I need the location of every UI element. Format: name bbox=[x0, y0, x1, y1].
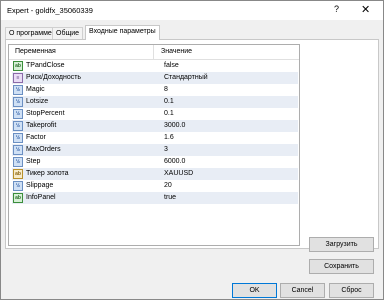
parameter-row[interactable]: ½ Takeprofit 3000.0 bbox=[12, 120, 298, 132]
parameter-value[interactable]: 0.1 bbox=[164, 110, 174, 117]
reset-button[interactable]: Сброс bbox=[329, 283, 374, 298]
grid-header: Переменная Значение bbox=[9, 45, 299, 60]
parameter-row[interactable]: ½ Magic 8 bbox=[12, 84, 298, 96]
parameter-row[interactable]: ½ Factor 1.6 bbox=[12, 132, 298, 144]
parameter-row[interactable]: ½ Slippage 20 bbox=[12, 180, 298, 192]
window-title: Expert - goldfx_35060339 bbox=[7, 6, 93, 15]
parameter-name: MaxOrders bbox=[26, 146, 61, 153]
tab-common[interactable]: Общие bbox=[52, 27, 84, 39]
parameter-row[interactable]: ½ Lotsize 0.1 bbox=[12, 96, 298, 108]
parameter-row[interactable]: ab InfoPanel true bbox=[12, 192, 298, 204]
parameter-name: Риск/Доходность bbox=[26, 74, 82, 81]
expert-dialog: Expert - goldfx_35060339 ? ✕ О программе… bbox=[0, 0, 384, 300]
parameter-name: InfoPanel bbox=[26, 194, 56, 201]
load-button[interactable]: Загрузить bbox=[309, 237, 374, 252]
parameter-value[interactable]: 1.6 bbox=[164, 134, 174, 141]
enum-icon: ≡ bbox=[13, 73, 23, 83]
parameter-name: Тикер золота bbox=[26, 170, 69, 177]
parameter-value[interactable]: 3 bbox=[164, 146, 168, 153]
parameter-name: Takeprofit bbox=[26, 122, 57, 129]
parameter-row[interactable]: ½ Step 6000.0 bbox=[12, 156, 298, 168]
parameter-name: TPandClose bbox=[26, 62, 65, 69]
string-icon: ab bbox=[13, 169, 23, 179]
parameter-value[interactable]: 3000.0 bbox=[164, 122, 185, 129]
parameter-value[interactable]: Стандартный bbox=[164, 74, 208, 81]
parameter-value[interactable]: 8 bbox=[164, 86, 168, 93]
parameter-name: Slippage bbox=[26, 182, 54, 189]
bool-icon: ab bbox=[13, 193, 23, 203]
parameter-value[interactable]: 0.1 bbox=[164, 98, 174, 105]
save-button[interactable]: Сохранить bbox=[309, 259, 374, 274]
parameter-name: StopPercent bbox=[26, 110, 65, 117]
column-header-value[interactable]: Значение bbox=[161, 48, 192, 55]
help-button[interactable]: ? bbox=[334, 4, 339, 14]
parameter-name: Lotsize bbox=[26, 98, 49, 105]
title-bar[interactable]: Expert - goldfx_35060339 ? ✕ bbox=[1, 1, 383, 20]
column-header-variable[interactable]: Переменная bbox=[15, 48, 56, 55]
tab-inputs[interactable]: Входные параметры bbox=[85, 25, 160, 40]
parameter-value[interactable]: 6000.0 bbox=[164, 158, 185, 165]
parameters-grid[interactable]: Переменная Значение ab TPandClose false ≡ Ри… bbox=[8, 44, 300, 246]
tab-about[interactable]: О программе bbox=[5, 27, 56, 39]
parameter-value[interactable]: XAUUSD bbox=[164, 170, 193, 177]
parameter-row[interactable]: ½ StopPercent 0.1 bbox=[12, 108, 298, 120]
parameter-row[interactable]: ≡ Риск/Доходность Стандартный bbox=[12, 72, 298, 84]
column-divider[interactable] bbox=[153, 45, 154, 59]
parameter-value[interactable]: true bbox=[164, 194, 176, 201]
number-icon: ½ bbox=[13, 133, 23, 143]
number-icon: ½ bbox=[13, 85, 23, 95]
number-icon: ½ bbox=[13, 157, 23, 167]
bool-icon: ab bbox=[13, 61, 23, 71]
parameter-name: Factor bbox=[26, 134, 46, 141]
parameter-row[interactable]: ½ MaxOrders 3 bbox=[12, 144, 298, 156]
number-icon: ½ bbox=[13, 145, 23, 155]
close-button[interactable]: ✕ bbox=[361, 3, 370, 16]
parameter-row[interactable]: ab TPandClose false bbox=[12, 60, 298, 72]
number-icon: ½ bbox=[13, 109, 23, 119]
number-icon: ½ bbox=[13, 97, 23, 107]
parameter-value[interactable]: 20 bbox=[164, 182, 172, 189]
cancel-button[interactable]: Cancel bbox=[280, 283, 325, 298]
parameter-row[interactable]: ab Тикер золота XAUUSD bbox=[12, 168, 298, 180]
parameter-value[interactable]: false bbox=[164, 62, 179, 69]
number-icon: ½ bbox=[13, 181, 23, 191]
number-icon: ½ bbox=[13, 121, 23, 131]
ok-button[interactable]: OK bbox=[232, 283, 277, 298]
parameter-name: Magic bbox=[26, 86, 45, 93]
parameter-name: Step bbox=[26, 158, 41, 165]
